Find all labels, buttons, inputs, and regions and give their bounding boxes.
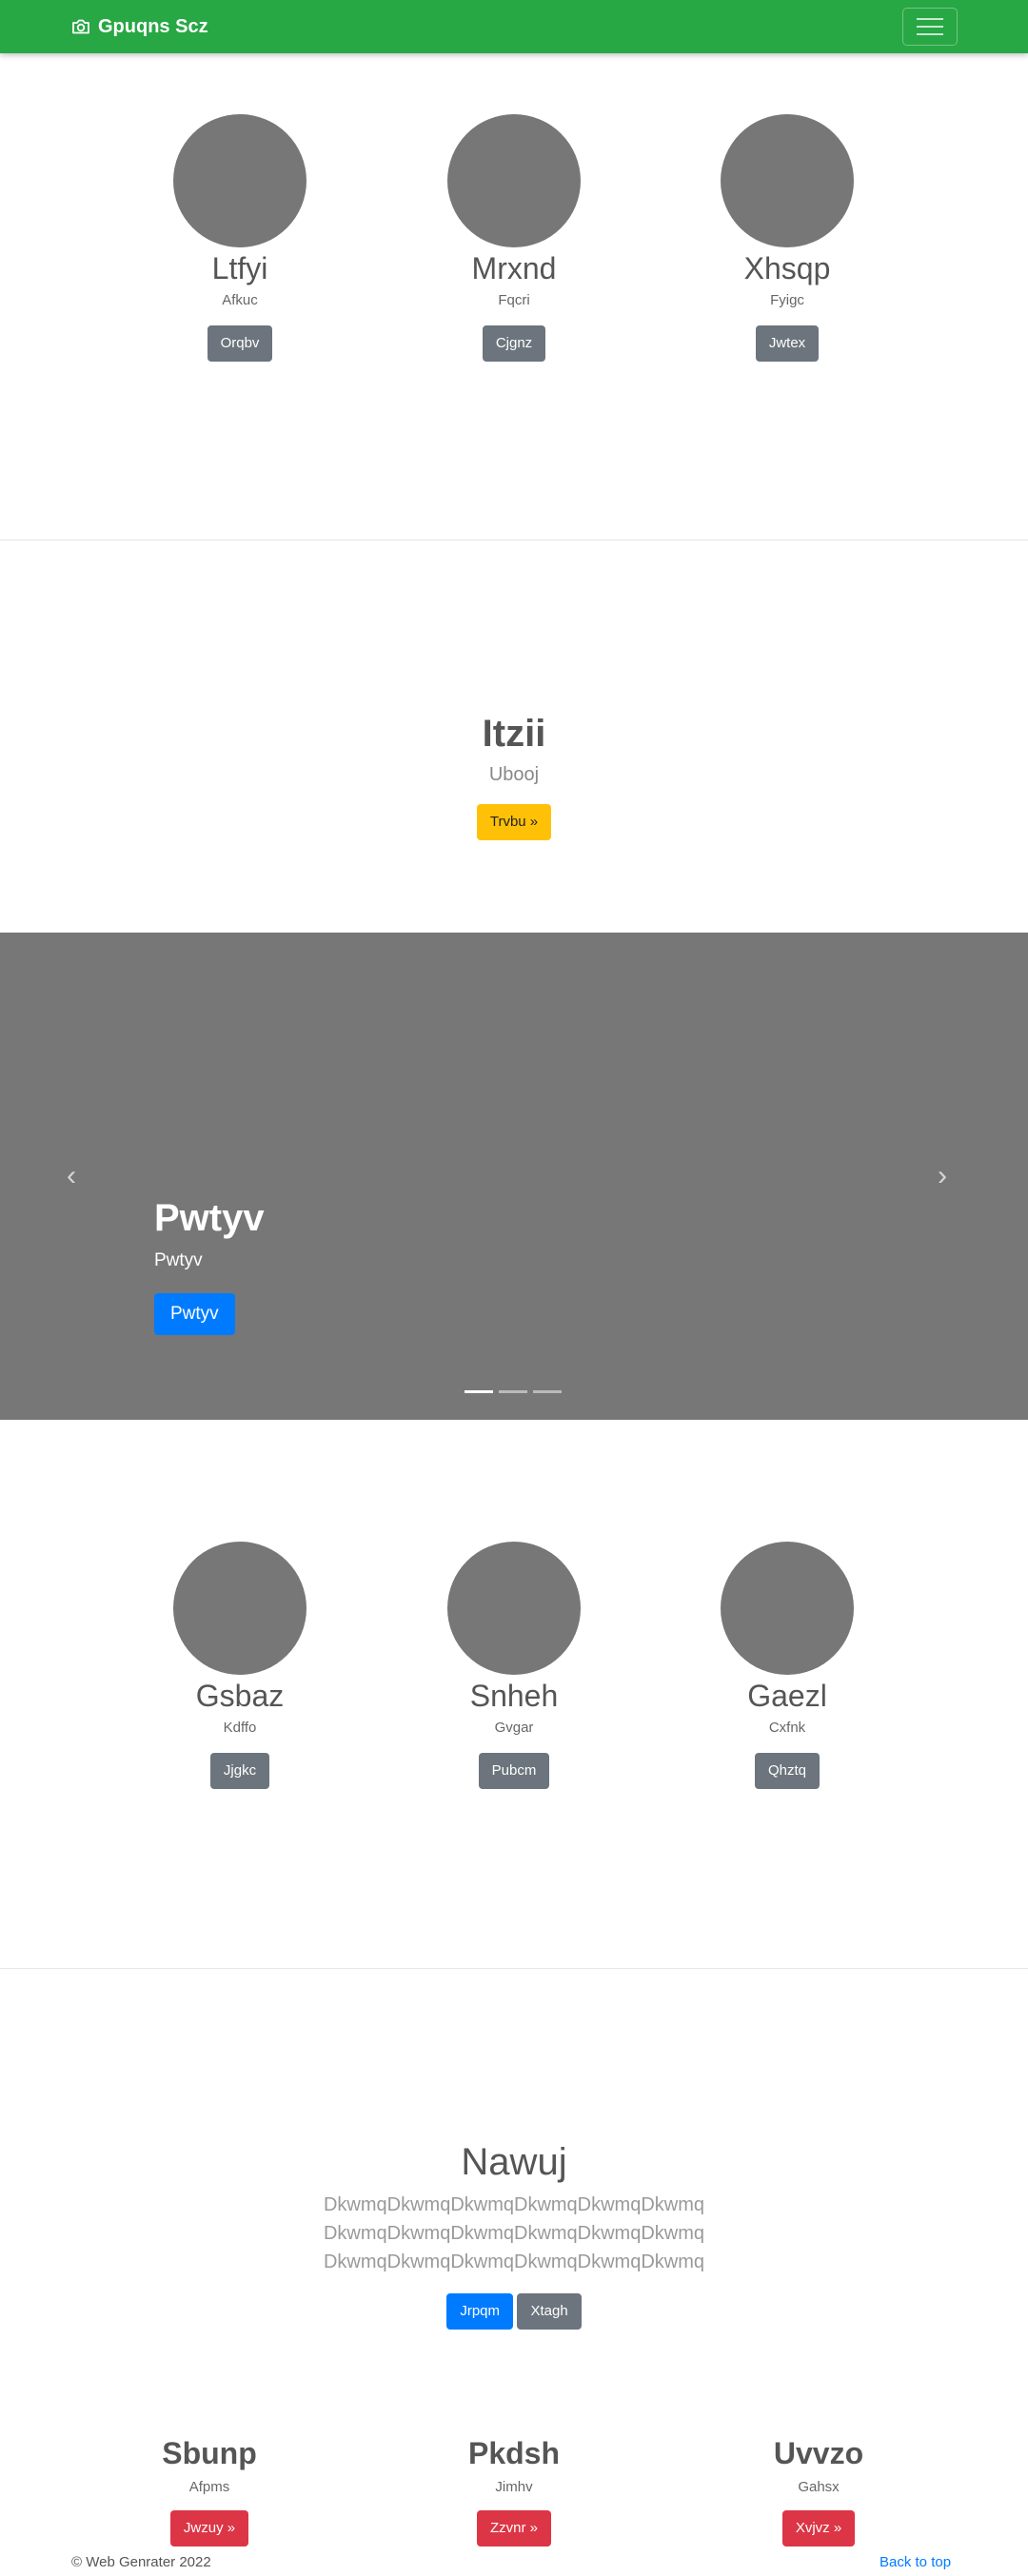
profile-name: Snheh [469, 1679, 559, 1713]
profile-card: Ltfyi Afkuc Orqbv [145, 114, 335, 362]
chevron-left-icon[interactable]: ‹ [67, 1157, 76, 1195]
carousel-indicator[interactable] [499, 1390, 527, 1393]
chevron-right-icon[interactable]: › [938, 1157, 947, 1195]
carousel-title: Pwtyv [154, 1197, 265, 1239]
brand-link[interactable]: Gpuqns Scz [71, 0, 208, 53]
text-section: Nawuj DkwmqDkwmqDkwmqDkwmqDkwmqDkwmq Dkw… [0, 2139, 1028, 2330]
profile-subtitle: Afkuc [222, 292, 258, 308]
profile-card: Xhsqp Fyigc Jwtex [692, 114, 882, 362]
carousel-indicators [465, 1390, 562, 1393]
profile-card: Mrxnd Fqcri Cjgnz [419, 114, 609, 362]
secondary-button[interactable]: Xtagh [517, 2293, 582, 2330]
feature-title: Itzii [482, 713, 546, 755]
profile-subtitle: Kdffo [223, 1720, 257, 1736]
footer-copyright: © Web Genrater 2022 [71, 2554, 211, 2570]
navbar-toggler-button[interactable] [902, 8, 958, 46]
section-title: Nawuj [461, 2141, 567, 2183]
column-card: Sbunp Afpms Jwzuy » [105, 2434, 314, 2547]
primary-button[interactable]: Jrpqm [446, 2293, 514, 2330]
carousel-indicator[interactable] [465, 1390, 493, 1393]
column-title: Sbunp [162, 2436, 257, 2470]
profile-image [721, 1542, 854, 1675]
profile-button[interactable]: Cjgnz [482, 325, 546, 362]
column-subtitle: Afpms [188, 2479, 230, 2495]
profile-image [173, 114, 306, 247]
carousel-caption: Pwtyv Pwtyv Pwtyv [154, 1194, 265, 1335]
section-divider [0, 540, 1028, 541]
profile-image [447, 1542, 581, 1675]
section-text: DkwmqDkwmqDkwmqDkwmqDkwmqDkwmq DkwmqDkwm… [323, 2194, 705, 2272]
feature-button[interactable]: Trvbu » [476, 804, 552, 840]
carousel-indicator[interactable] [533, 1390, 562, 1393]
carousel-text: Pwtyv [154, 1250, 203, 1270]
profile-subtitle: Fqcri [498, 292, 530, 308]
section-divider [0, 1968, 1028, 1969]
profile-name: Gsbaz [195, 1679, 285, 1713]
back-to-top-link[interactable]: Back to top [880, 2553, 951, 2572]
profile-image [173, 1542, 306, 1675]
column-button[interactable]: Zzvnr » [476, 2510, 551, 2547]
profile-subtitle: Gvgar [494, 1720, 534, 1736]
profile-button[interactable]: Jwtex [755, 325, 820, 362]
profile-card: Gaezl Cxfnk Qhztq [692, 1542, 882, 1789]
carousel: ‹ › Pwtyv Pwtyv Pwtyv [0, 933, 1028, 1420]
column-card: Pkdsh Jimhv Zzvnr » [409, 2434, 619, 2547]
carousel-button[interactable]: Pwtyv [154, 1293, 235, 1335]
profile-subtitle: Cxfnk [768, 1720, 806, 1736]
navbar: Gpuqns Scz [0, 0, 1028, 53]
profile-button[interactable]: Pubcm [478, 1753, 550, 1789]
hamburger-icon [917, 18, 943, 20]
profile-button[interactable]: Orqbv [207, 325, 273, 362]
profile-name: Ltfyi [211, 251, 268, 285]
profile-name: Gaezl [747, 1679, 827, 1713]
column-subtitle: Gahsx [798, 2479, 840, 2495]
column-card: Uvvzo Gahsx Xvjvz » [714, 2434, 923, 2547]
profile-name: Mrxnd [471, 251, 557, 285]
column-button[interactable]: Xvjvz » [781, 2510, 856, 2547]
profile-name: Xhsqp [743, 251, 831, 285]
profile-button[interactable]: Jjgkc [209, 1753, 270, 1789]
profile-card: Snheh Gvgar Pubcm [419, 1542, 609, 1789]
column-title: Uvvzo [773, 2436, 864, 2470]
column-subtitle: Jimhv [495, 2479, 533, 2495]
profile-image [447, 114, 581, 247]
profile-button[interactable]: Qhztq [754, 1753, 820, 1789]
column-title: Pkdsh [467, 2436, 561, 2470]
profile-card: Gsbaz Kdffo Jjgkc [145, 1542, 335, 1789]
feature-section: Itzii Ubooj Trvbu » [0, 711, 1028, 840]
feature-subtitle: Ubooj [488, 764, 540, 785]
brand-text: Gpuqns Scz [98, 15, 208, 37]
camera-icon [72, 19, 89, 34]
profile-image [721, 114, 854, 247]
column-button[interactable]: Jwzuy » [169, 2510, 249, 2547]
profile-subtitle: Fyigc [770, 292, 804, 308]
